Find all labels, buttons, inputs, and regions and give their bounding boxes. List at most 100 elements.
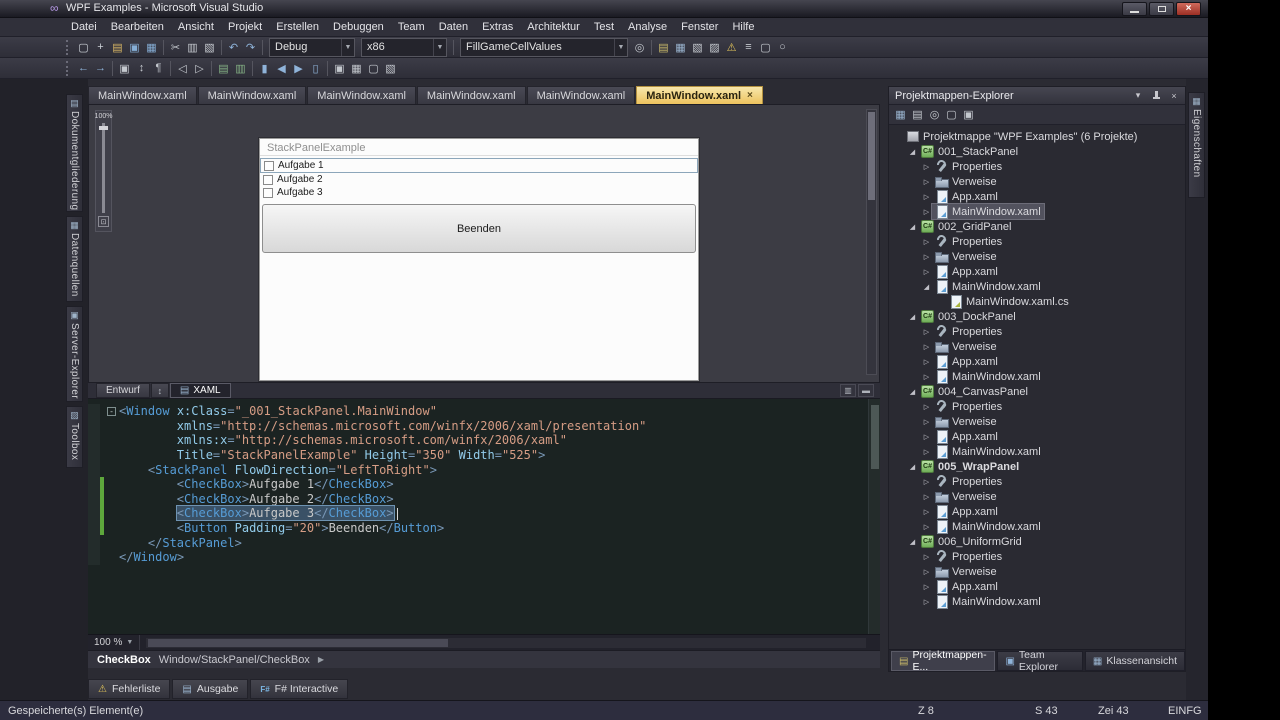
close-icon[interactable]: × <box>747 90 753 101</box>
tree-item[interactable]: ▷ App.xaml <box>889 189 1185 204</box>
expander-icon[interactable]: ▷ <box>921 268 932 276</box>
expander-icon[interactable]: ▷ <box>921 523 932 531</box>
scrollbar-thumb[interactable] <box>871 405 879 469</box>
menu-item-bearbeiten[interactable]: Bearbeiten <box>104 18 171 37</box>
intellisense-icon[interactable]: ▣ <box>331 60 348 77</box>
tab-xaml[interactable]: ▤ XAML <box>169 383 231 398</box>
expander-icon[interactable]: ▷ <box>921 178 932 186</box>
expander-icon[interactable]: ▷ <box>921 253 932 261</box>
immediate-window-icon[interactable]: ▢ <box>757 39 774 56</box>
collapse-pane-icon[interactable]: ▬ <box>858 384 874 397</box>
menu-item-fenster[interactable]: Fenster <box>674 18 725 37</box>
expander-icon[interactable]: ◢ <box>907 463 918 471</box>
menu-item-team[interactable]: Team <box>391 18 432 37</box>
expander-icon[interactable]: ▷ <box>921 418 932 426</box>
comment-icon[interactable]: ▤ <box>215 60 232 77</box>
code-line[interactable]: xmlns:x="http://schemas.microsoft.com/wi… <box>88 433 880 448</box>
redo-icon[interactable]: ↷ <box>242 39 259 56</box>
expander-icon[interactable]: ▷ <box>921 493 932 501</box>
uncomment-icon[interactable]: ▥ <box>232 60 249 77</box>
expander-icon[interactable]: ▷ <box>921 373 932 381</box>
save-all-icon[interactable]: ▦ <box>143 39 160 56</box>
wpf-designer-surface[interactable]: 100% ⊡ StackPanelExample Aufgabe 1 Aufgab… <box>88 104 880 383</box>
title-bar[interactable]: ∞ WPF Examples - Microsoft Visual Studio… <box>0 0 1208 18</box>
tree-item[interactable]: ▷ Verweise <box>889 414 1185 429</box>
doc-tab[interactable]: MainWindow.xaml <box>416 86 526 104</box>
designer-zoom-control[interactable]: 100% ⊡ <box>95 110 112 232</box>
collapse-icon[interactable]: - <box>107 406 116 416</box>
expander-icon[interactable]: ▷ <box>921 193 932 201</box>
toolbox-icon[interactable]: ▨ <box>706 39 723 56</box>
show-all-files-icon[interactable]: ▤ <box>909 106 926 123</box>
zoom-fit-icon[interactable]: ⊡ <box>98 216 109 227</box>
expander-icon[interactable]: ◢ <box>907 388 918 396</box>
navigate-forward-icon[interactable]: → <box>92 60 109 77</box>
expander-icon[interactable]: ▷ <box>921 568 932 576</box>
tree-item[interactable]: ▷ App.xaml <box>889 264 1185 279</box>
split-horizontal-icon[interactable]: ▥ <box>840 384 856 397</box>
tree-item[interactable]: ▷ Properties <box>889 399 1185 414</box>
design-preview-window[interactable]: StackPanelExample Aufgabe 1 Aufgabe 2 Aufg… <box>259 138 699 381</box>
expander-icon[interactable]: ◢ <box>921 283 932 291</box>
toolbar-grip[interactable] <box>66 60 71 76</box>
undo-icon[interactable]: ↶ <box>225 39 242 56</box>
tab-class-view[interactable]: ▦ Klassenansicht <box>1084 651 1185 671</box>
code-line[interactable]: </Window> <box>88 549 880 565</box>
tree-item[interactable]: Projektmappe "WPF Examples" (6 Projekte) <box>889 129 1185 144</box>
menu-item-debuggen[interactable]: Debuggen <box>326 18 391 37</box>
doc-tab[interactable]: MainWindow.xaml × <box>636 86 763 104</box>
tree-item[interactable]: ▷ Properties <box>889 234 1185 249</box>
tree-item[interactable]: ◢ 001_StackPanel <box>889 144 1185 159</box>
expander-icon[interactable]: ▷ <box>921 343 932 351</box>
editor-zoom-combo[interactable]: 100 % ▼ <box>88 635 141 650</box>
tree-item[interactable]: ▷ Verweise <box>889 339 1185 354</box>
toggle-bookmark-icon[interactable]: ▮ <box>256 60 273 77</box>
code-line[interactable]: <CheckBox>Aufgabe 1</CheckBox> <box>88 476 880 492</box>
tree-item[interactable]: ▷ Verweise <box>889 489 1185 504</box>
tree-item[interactable]: ▷ MainWindow.xaml <box>889 444 1185 459</box>
tree-item[interactable]: ▷ Verweise <box>889 249 1185 264</box>
expander-icon[interactable]: ◢ <box>907 538 918 546</box>
preview-beenden-button[interactable]: Beenden <box>262 204 696 253</box>
preview-checkbox-row[interactable]: Aufgabe 3 <box>260 186 698 199</box>
view-code-icon[interactable]: ▢ <box>943 106 960 123</box>
copy-icon[interactable]: ▥ <box>184 39 201 56</box>
add-item-icon[interactable]: + <box>92 39 109 56</box>
expander-icon[interactable]: ▷ <box>921 448 932 456</box>
start-page-icon[interactable]: ○ <box>774 39 791 56</box>
expander-icon[interactable]: ▷ <box>921 403 932 411</box>
expander-icon[interactable]: ▷ <box>921 328 932 336</box>
tree-item[interactable]: ▷ MainWindow.xaml <box>889 594 1185 609</box>
editor-vertical-scrollbar[interactable] <box>868 399 880 634</box>
properties-window-icon[interactable]: ▦ <box>672 39 689 56</box>
designer-vertical-scrollbar[interactable] <box>866 109 877 375</box>
expander-icon[interactable]: ▷ <box>921 583 932 591</box>
tree-item[interactable]: ▷ Verweise <box>889 564 1185 579</box>
previous-bookmark-icon[interactable]: ◀ <box>273 60 290 77</box>
expander-icon[interactable]: ◢ <box>907 313 918 321</box>
increase-indent-icon[interactable]: ▷ <box>191 60 208 77</box>
scrollbar-thumb[interactable] <box>148 638 449 647</box>
object-browser-icon[interactable]: ▧ <box>689 39 706 56</box>
code-line[interactable]: xmlns="http://schemas.microsoft.com/winf… <box>88 418 880 434</box>
tab-document-outline[interactable]: ▤ Dokumentgliederung <box>66 94 83 212</box>
code-line[interactable]: <Button Padding="20">Beenden</Button> <box>88 520 880 536</box>
solution-configuration-combo[interactable]: Debug ▼ <box>269 37 355 57</box>
code-line[interactable]: <StackPanel FlowDirection="LeftToRight"> <box>88 462 880 477</box>
menu-item-hilfe[interactable]: Hilfe <box>725 18 761 37</box>
menu-item-daten[interactable]: Daten <box>432 18 475 37</box>
tree-item[interactable]: ◢ 004_CanvasPanel <box>889 384 1185 399</box>
expander-icon[interactable]: ▷ <box>921 238 932 246</box>
menu-item-analyse[interactable]: Analyse <box>621 18 674 37</box>
solution-platform-combo[interactable]: x86 ▼ <box>361 37 447 57</box>
view-designer-icon[interactable]: ▣ <box>960 106 977 123</box>
next-bookmark-icon[interactable]: ▶ <box>290 60 307 77</box>
show-whitespace-icon[interactable]: ¶ <box>150 60 167 77</box>
tab-server-explorer[interactable]: ▣ Server-Explorer <box>66 306 83 402</box>
clear-bookmarks-icon[interactable]: ▯ <box>307 60 324 77</box>
code-line[interactable]: Title="StackPanelExample" Height="350" W… <box>88 447 880 463</box>
swap-panes-icon[interactable]: ↕ <box>150 383 169 398</box>
preview-checkbox-row[interactable]: Aufgabe 2 <box>260 173 698 186</box>
quick-info-icon[interactable]: ▢ <box>365 60 382 77</box>
pin-button[interactable] <box>1149 89 1163 102</box>
